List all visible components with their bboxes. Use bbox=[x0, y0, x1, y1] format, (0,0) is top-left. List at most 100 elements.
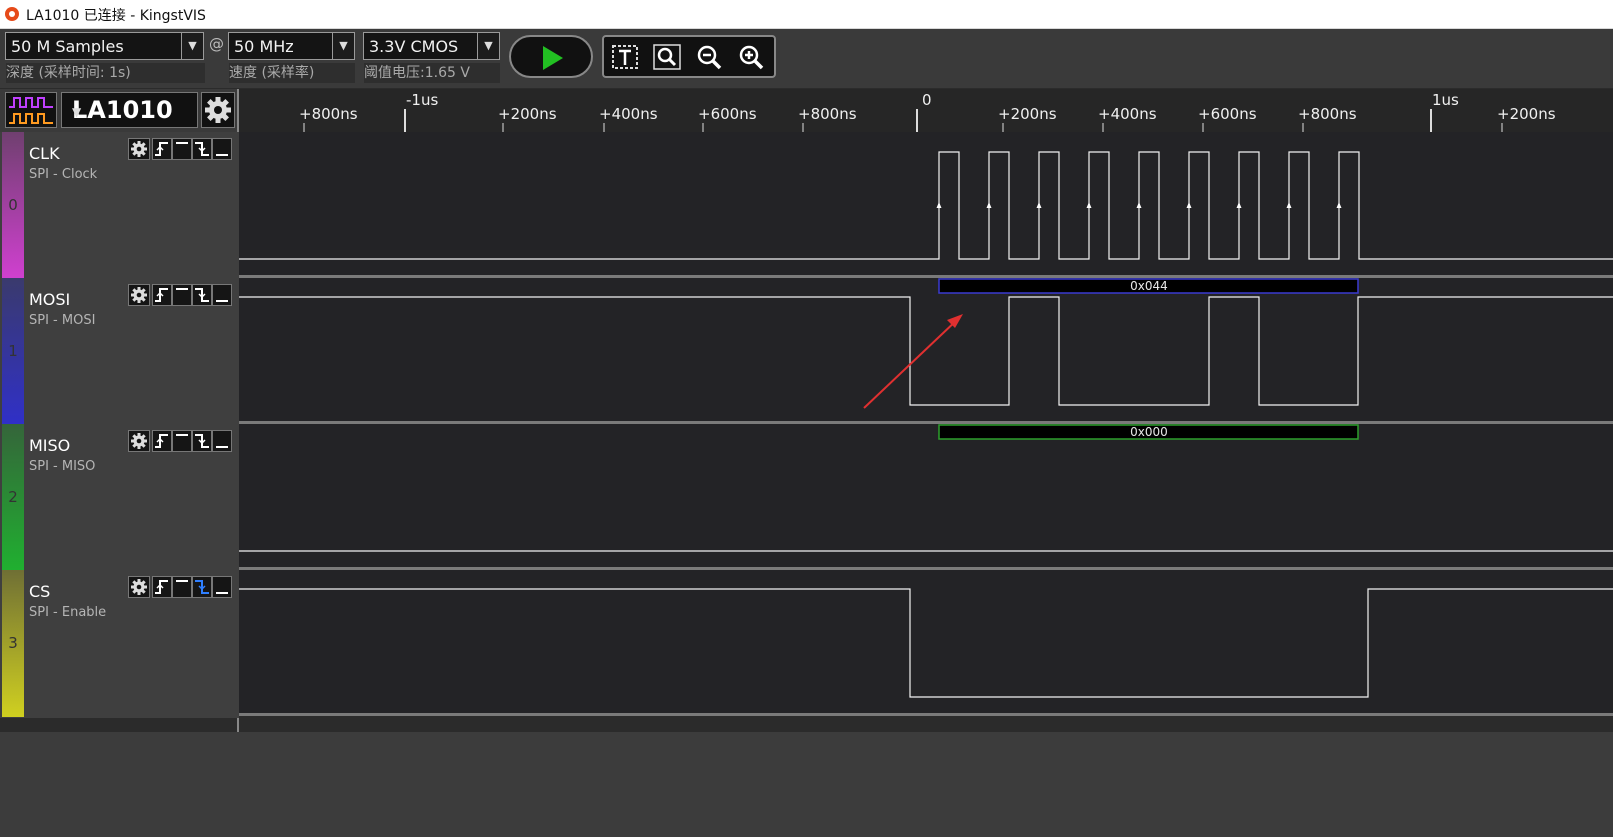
chevron-down-icon[interactable]: ▼ bbox=[332, 33, 354, 59]
zoom-fit-icon[interactable] bbox=[651, 42, 683, 72]
ruler-tick-label: +200ns bbox=[998, 105, 1057, 123]
chevron-down-icon[interactable]: ▼ bbox=[181, 33, 203, 59]
ruler-tick-label: +200ns bbox=[498, 105, 557, 123]
trigger-high-level-button[interactable] bbox=[172, 284, 192, 306]
channel-panel-miso[interactable]: 2 MISO SPI - MISO bbox=[0, 424, 239, 572]
miso-decoded-value: 0x000 bbox=[1130, 425, 1168, 439]
gear-icon bbox=[131, 579, 147, 595]
gear-icon bbox=[131, 141, 147, 157]
trigger-rising-edge-button[interactable] bbox=[152, 284, 172, 306]
ruler-tick-label: +400ns bbox=[1098, 105, 1157, 123]
channel-index: 2 bbox=[8, 488, 18, 506]
trigger-rising-edge-button[interactable] bbox=[152, 576, 172, 598]
channel-settings-button[interactable] bbox=[128, 138, 150, 160]
device-select[interactable]: LA1010 ▼ bbox=[61, 92, 198, 128]
play-icon bbox=[543, 46, 563, 70]
channel-description: SPI - MISO bbox=[29, 459, 96, 474]
mosi-decoded-value: 0x044 bbox=[1130, 279, 1168, 293]
trigger-low-level-button[interactable] bbox=[212, 284, 232, 306]
channel-name: CLK bbox=[29, 144, 60, 163]
lane-background bbox=[239, 424, 1613, 568]
channel-color-strip: 2 bbox=[2, 424, 24, 571]
threshold-value: 3.3V CMOS bbox=[369, 37, 459, 56]
sample-depth-value: 50 M Samples bbox=[11, 37, 124, 56]
lane-background bbox=[239, 570, 1613, 714]
high-level-icon bbox=[176, 288, 188, 290]
channel-color-strip: 0 bbox=[2, 132, 24, 279]
zoom-in-icon[interactable] bbox=[735, 42, 767, 72]
waveform-area[interactable]: 0x044 0x000 bbox=[239, 132, 1613, 732]
rising-edge-icon bbox=[155, 142, 168, 156]
threshold-select[interactable]: 3.3V CMOS ▼ bbox=[363, 32, 500, 60]
text-cursor-icon[interactable] bbox=[609, 42, 641, 72]
trigger-falling-edge-button[interactable] bbox=[192, 430, 212, 452]
ruler-tick-label: +800ns bbox=[798, 105, 857, 123]
trigger-high-level-button[interactable] bbox=[172, 430, 192, 452]
view-tools bbox=[602, 35, 776, 78]
channel-color-strip: 1 bbox=[2, 278, 24, 425]
low-level-icon bbox=[216, 446, 228, 448]
start-button[interactable] bbox=[509, 35, 593, 78]
trigger-rising-edge-button[interactable] bbox=[152, 430, 172, 452]
trigger-rising-edge-button[interactable] bbox=[152, 138, 172, 160]
falling-edge-icon bbox=[195, 580, 209, 594]
device-settings-button[interactable] bbox=[201, 92, 235, 128]
channel-settings-button[interactable] bbox=[128, 284, 150, 306]
channel-index: 0 bbox=[8, 196, 18, 214]
trigger-falling-edge-button[interactable] bbox=[192, 284, 212, 306]
trigger-low-level-button[interactable] bbox=[212, 430, 232, 452]
channel-settings-button[interactable] bbox=[128, 576, 150, 598]
channel-panel-clk[interactable]: 0 CLK SPI - Clock bbox=[0, 132, 239, 280]
channel-name: MISO bbox=[29, 436, 71, 455]
high-level-icon bbox=[176, 434, 188, 436]
falling-edge-icon bbox=[195, 288, 209, 302]
trigger-low-level-button[interactable] bbox=[212, 138, 232, 160]
ruler-tick-label: +800ns bbox=[1298, 105, 1357, 123]
lane-separator bbox=[239, 567, 1613, 570]
lane-separator bbox=[239, 713, 1613, 716]
kingstvis-logo-icon bbox=[5, 7, 19, 21]
gear-icon bbox=[131, 433, 147, 449]
rising-edge-icon bbox=[155, 288, 168, 302]
sample-rate-select[interactable]: 50 MHz ▼ bbox=[228, 32, 355, 60]
sample-rate-label: 速度 (采样率) bbox=[229, 63, 355, 83]
sample-rate-value: 50 MHz bbox=[234, 37, 294, 56]
channel-description: SPI - Enable bbox=[29, 605, 107, 620]
trigger-high-level-button[interactable] bbox=[172, 138, 192, 160]
trigger-falling-edge-button[interactable] bbox=[192, 138, 212, 160]
channel-index: 1 bbox=[8, 342, 18, 360]
title-bar: LA1010 已连接 - KingstVIS bbox=[0, 0, 1613, 29]
falling-edge-icon bbox=[195, 434, 209, 448]
device-bar: LA1010 ▼ bbox=[0, 89, 239, 132]
gear-icon bbox=[205, 97, 231, 123]
high-level-icon bbox=[176, 580, 188, 582]
ruler-tick-label: +400ns bbox=[599, 105, 658, 123]
sample-depth-select[interactable]: 50 M Samples ▼ bbox=[5, 32, 204, 60]
device-waveform-icon[interactable] bbox=[5, 92, 57, 128]
channel-panel-cs[interactable]: 3 CS SPI - Enable bbox=[0, 570, 239, 718]
time-ruler[interactable]: +800ns -1us +200ns +400ns +600ns +800ns 0 +200n… bbox=[239, 89, 1613, 132]
channel-description: SPI - MOSI bbox=[29, 313, 96, 328]
zoom-out-icon[interactable] bbox=[693, 42, 725, 72]
channel-settings-button[interactable] bbox=[128, 430, 150, 452]
ruler-tick-label: 0 bbox=[922, 91, 932, 109]
low-level-icon bbox=[216, 300, 228, 302]
channel-panel-mosi[interactable]: 1 MOSI SPI - MOSI bbox=[0, 278, 239, 426]
trigger-high-level-button[interactable] bbox=[172, 576, 192, 598]
trigger-low-level-button[interactable] bbox=[212, 576, 232, 598]
ruler-tick-label: +800ns bbox=[299, 105, 358, 123]
chevron-down-icon[interactable]: ▼ bbox=[477, 33, 499, 59]
trigger-falling-edge-button[interactable] bbox=[192, 576, 212, 598]
falling-edge-icon bbox=[195, 142, 209, 156]
channel-name: MOSI bbox=[29, 290, 71, 309]
threshold-label: 阈值电压:1.65 V bbox=[364, 63, 500, 83]
window-title: LA1010 已连接 - KingstVIS bbox=[26, 8, 206, 24]
ruler-tick-label: +600ns bbox=[1198, 105, 1257, 123]
at-symbol: @ bbox=[209, 35, 224, 53]
channel-name: CS bbox=[29, 582, 51, 601]
lane-separator bbox=[239, 421, 1613, 424]
ruler-tick-label: +600ns bbox=[698, 105, 757, 123]
gear-icon bbox=[131, 287, 147, 303]
lane-background bbox=[239, 132, 1613, 276]
high-level-icon bbox=[176, 142, 188, 144]
